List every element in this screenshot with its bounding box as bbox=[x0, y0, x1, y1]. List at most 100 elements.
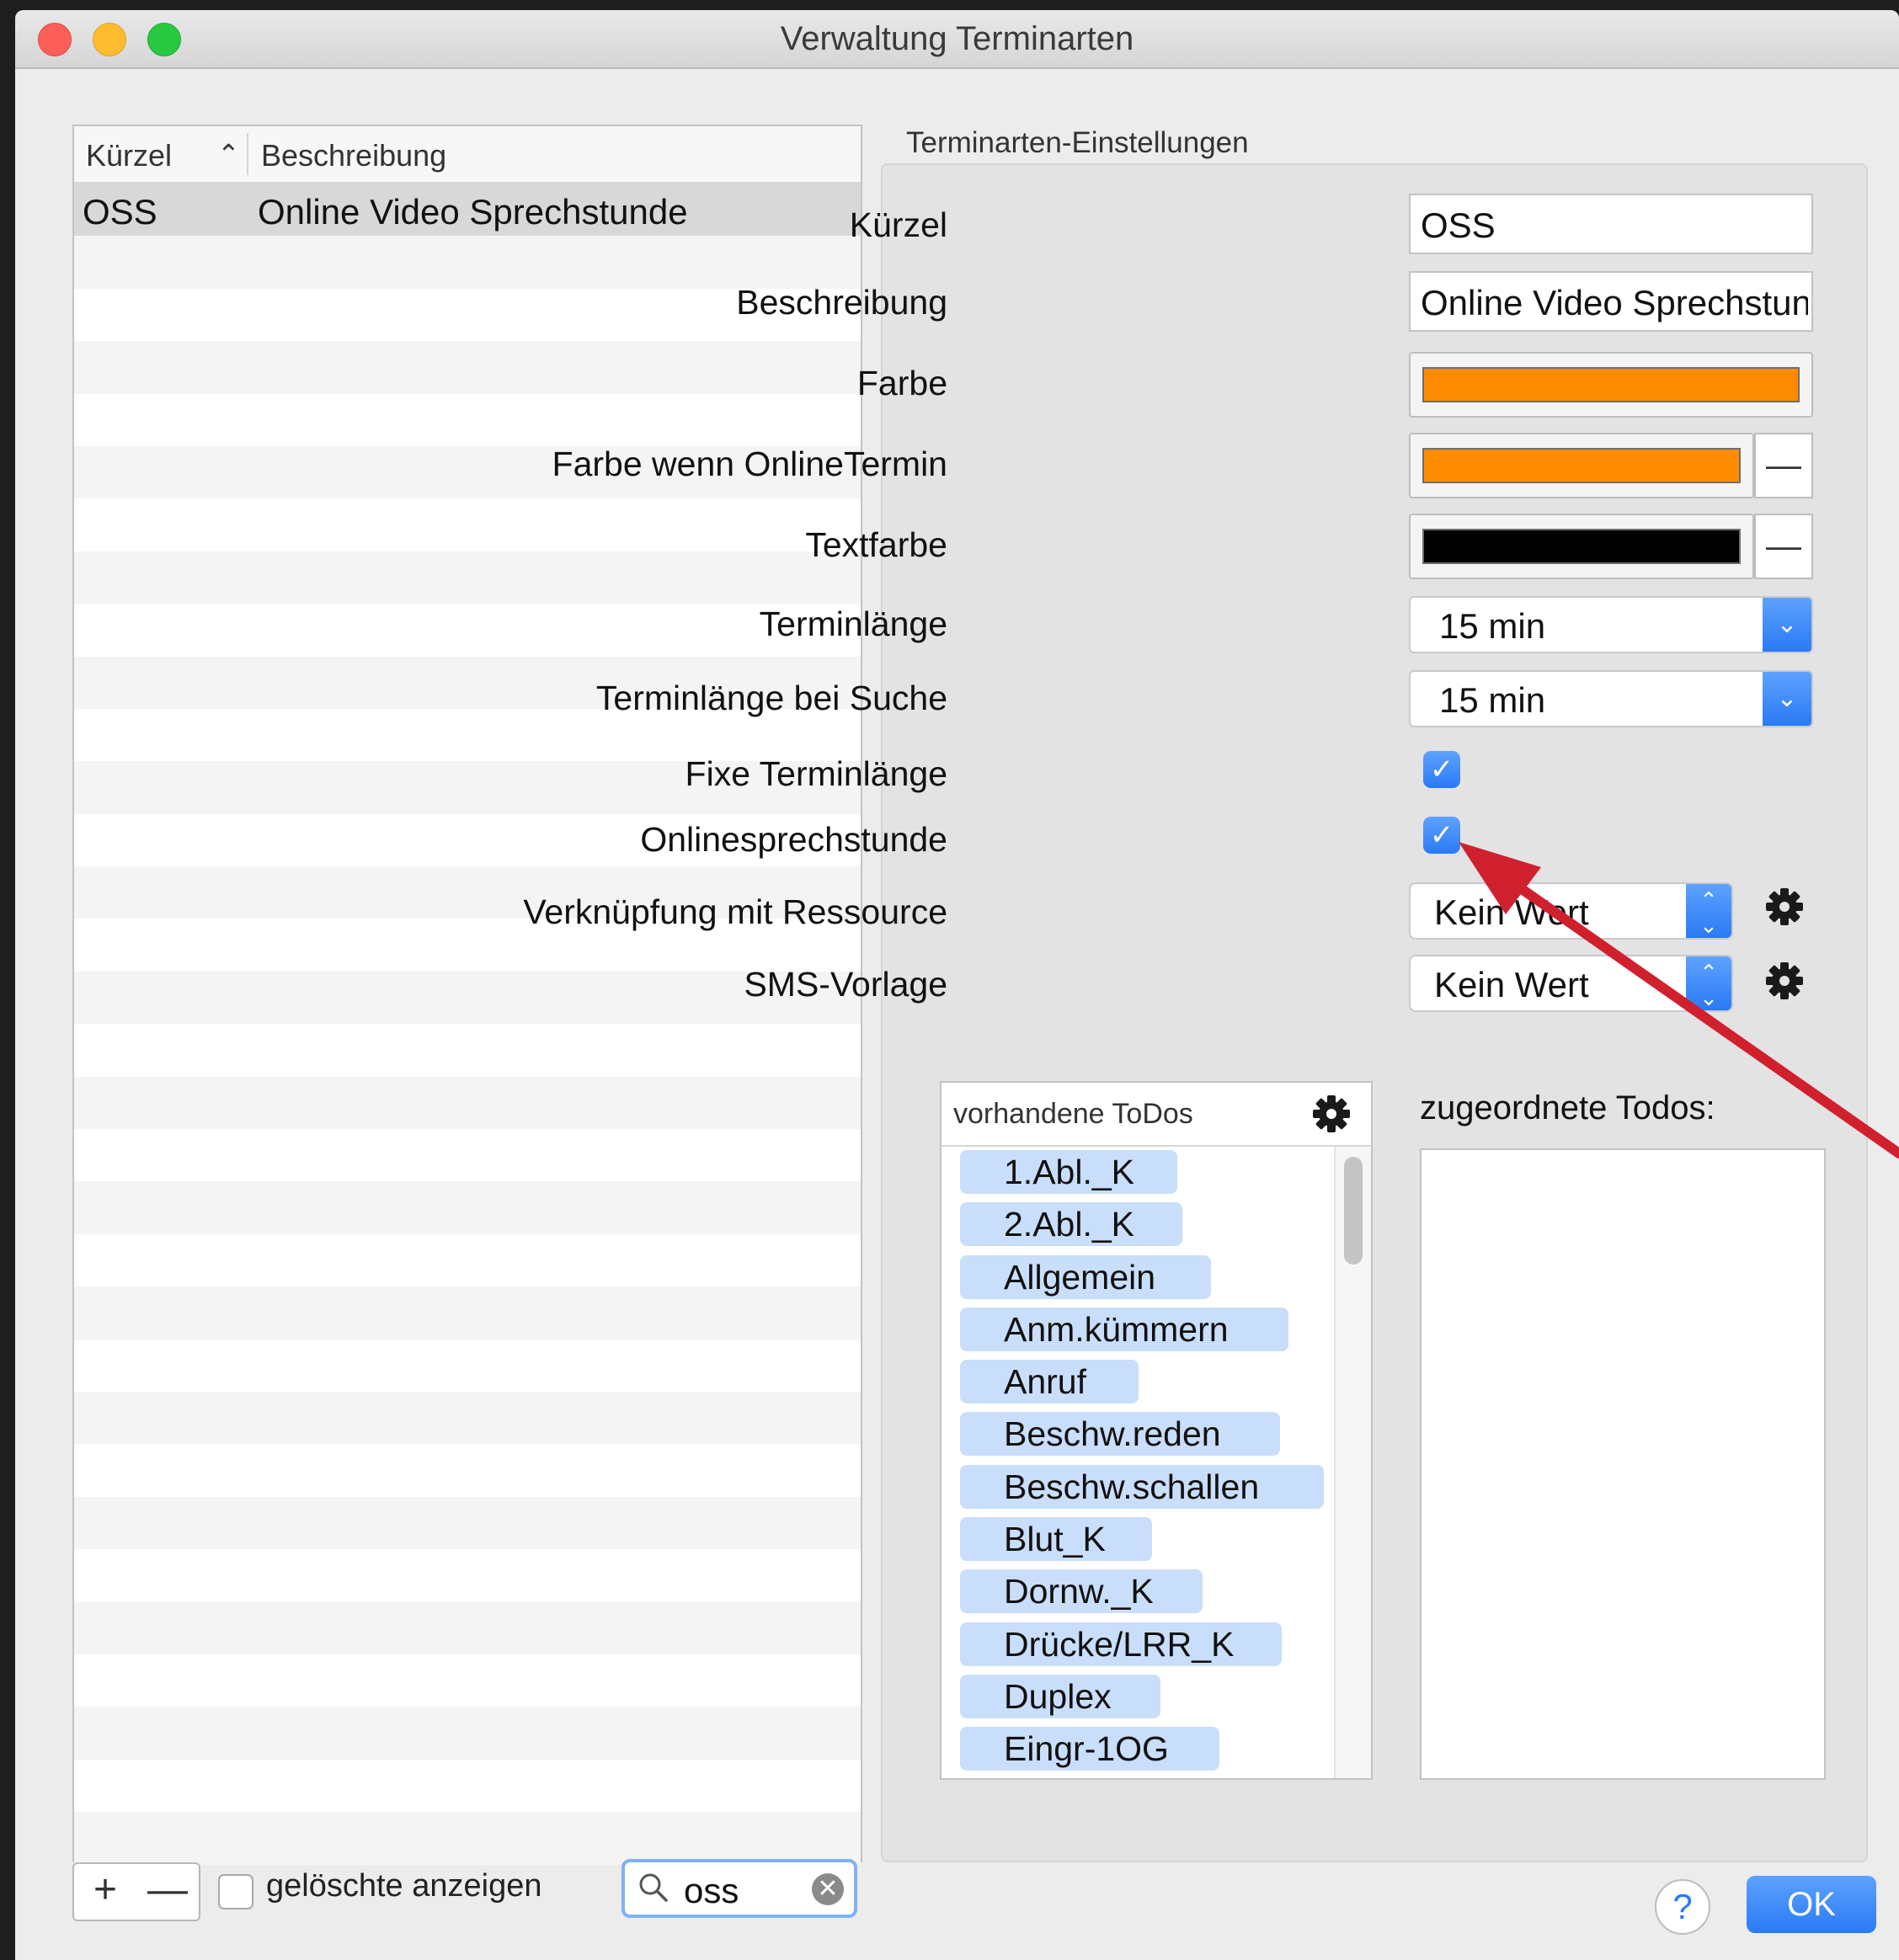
terminlaenge-suche-label: Terminlänge bei Suche bbox=[595, 679, 947, 717]
farbe-label: Farbe bbox=[856, 364, 947, 402]
stepper-updown-icon: ⌃ ⌄ bbox=[1686, 956, 1731, 1010]
table-row-empty bbox=[74, 1129, 861, 1181]
stepper-updown-icon: ⌃ ⌄ bbox=[1686, 884, 1731, 938]
table-row-empty bbox=[74, 1812, 861, 1865]
table-row-empty bbox=[74, 341, 861, 394]
window: Verwaltung Terminarten Kürzel ⌃ Beschrei… bbox=[15, 10, 1899, 1960]
table-row-empty bbox=[74, 1496, 861, 1550]
kurzel-value: OSS bbox=[1421, 205, 1496, 245]
terminlaenge-suche-popup[interactable]: 15 min ⌄ bbox=[1409, 670, 1813, 727]
farbe-online-colorwell[interactable] bbox=[1409, 433, 1754, 498]
todo-items: 1.Abl._K 2.Abl._K Allgemein Anm.kümmern Anru… bbox=[960, 1150, 1324, 1778]
farbe-online-label: Farbe wenn OnlineTermin bbox=[552, 445, 947, 483]
available-todos-header: vorhandene ToDos bbox=[941, 1083, 1371, 1147]
farbe-colorwell[interactable] bbox=[1409, 352, 1813, 418]
onlinesprechstunde-label: Onlinesprechstunde bbox=[640, 820, 947, 859]
table-row-empty bbox=[74, 498, 861, 551]
farbe-online-swatch bbox=[1422, 448, 1741, 483]
table-row[interactable]: OSS Online Video Sprechstunde bbox=[74, 184, 861, 237]
todo-item[interactable]: 2.Abl._K bbox=[960, 1202, 1182, 1247]
column-header-beschreibung[interactable]: Beschreibung bbox=[261, 138, 446, 173]
chevron-down-icon: ⌄ bbox=[1763, 672, 1811, 726]
terminlaenge-popup[interactable]: 15 min ⌄ bbox=[1409, 596, 1813, 653]
help-button[interactable]: ? bbox=[1655, 1879, 1710, 1935]
table-row-empty bbox=[74, 551, 861, 605]
todo-item[interactable]: Eingr-1OG bbox=[960, 1727, 1219, 1771]
todo-item[interactable]: Duplex bbox=[960, 1674, 1160, 1718]
table-row-empty bbox=[74, 604, 861, 656]
todo-item[interactable]: Allgemein bbox=[960, 1254, 1211, 1299]
table-row-empty bbox=[74, 1760, 861, 1812]
ok-button[interactable]: OK bbox=[1747, 1876, 1876, 1933]
remove-button[interactable]: — bbox=[136, 1862, 200, 1921]
table-row-empty bbox=[74, 1444, 861, 1496]
search-field[interactable]: oss ✕ bbox=[621, 1859, 857, 1918]
show-deleted-checkbox[interactable] bbox=[218, 1874, 253, 1909]
fixe-terminlaenge-label: Fixe Terminlänge bbox=[685, 754, 947, 793]
assigned-todos-list[interactable] bbox=[1420, 1148, 1826, 1780]
sort-ascending-icon[interactable]: ⌃ bbox=[217, 138, 240, 170]
sms-vorlage-gear-icon[interactable] bbox=[1763, 960, 1806, 1002]
table-row-empty bbox=[74, 394, 861, 446]
settings-group-title: Terminarten-Einstellungen bbox=[906, 126, 1249, 159]
search-icon bbox=[639, 1873, 668, 1902]
available-todos-list: vorhandene ToDos 1.Abl._K 2.Abl._K Allgeme… bbox=[940, 1081, 1373, 1780]
table-row-empty bbox=[74, 1024, 861, 1076]
table-row-empty bbox=[74, 1601, 861, 1654]
todo-item[interactable]: Anm.kümmern bbox=[960, 1307, 1288, 1351]
table-row-empty bbox=[74, 1340, 861, 1392]
ressource-label: Verknüpfung mit Ressource bbox=[523, 892, 947, 931]
terminlaenge-label: Terminlänge bbox=[759, 605, 947, 643]
sms-vorlage-label: SMS-Vorlage bbox=[744, 965, 947, 1004]
farbe-online-remove-button[interactable]: — bbox=[1754, 433, 1813, 498]
todos-gear-icon[interactable] bbox=[1310, 1093, 1352, 1135]
table-row-empty bbox=[74, 1286, 861, 1340]
add-button[interactable]: + bbox=[72, 1862, 138, 1921]
table-row-empty bbox=[74, 971, 861, 1025]
table-row-empty bbox=[74, 1076, 861, 1130]
scrollbar-thumb[interactable] bbox=[1344, 1157, 1363, 1265]
todo-item[interactable]: Dornw._K bbox=[960, 1569, 1203, 1614]
cell-kurzel: OSS bbox=[83, 192, 157, 232]
show-deleted-label: gelöschte anzeigen bbox=[266, 1868, 542, 1904]
todos-scrollbar[interactable] bbox=[1334, 1147, 1371, 1778]
todo-item[interactable]: Beschw.schallen bbox=[960, 1464, 1324, 1509]
textfarbe-swatch bbox=[1422, 529, 1741, 564]
beschreibung-value: Online Video Sprechstunde bbox=[1421, 283, 1808, 322]
clear-search-icon[interactable]: ✕ bbox=[812, 1873, 844, 1905]
todo-item[interactable]: Anruf bbox=[960, 1360, 1139, 1404]
table-row-empty bbox=[74, 1654, 861, 1707]
beschreibung-label: Beschreibung bbox=[736, 283, 947, 322]
textfarbe-colorwell[interactable] bbox=[1409, 514, 1754, 579]
terminlaenge-suche-value: 15 min bbox=[1439, 680, 1546, 720]
beschreibung-field[interactable]: Online Video Sprechstunde bbox=[1409, 271, 1813, 332]
search-input[interactable]: oss bbox=[684, 1871, 739, 1911]
sms-vorlage-select[interactable]: Kein Wert ⌃ ⌄ bbox=[1409, 955, 1733, 1012]
table-row-empty bbox=[74, 236, 861, 289]
ressource-value: Kein Wert bbox=[1434, 892, 1589, 932]
ressource-select[interactable]: Kein Wert ⌃ ⌄ bbox=[1409, 882, 1733, 940]
textfarbe-remove-button[interactable]: — bbox=[1754, 514, 1813, 579]
table-header: Kürzel ⌃ Beschreibung bbox=[74, 126, 861, 184]
ressource-gear-icon[interactable] bbox=[1763, 886, 1806, 928]
todo-item[interactable]: 1.Abl._K bbox=[960, 1150, 1177, 1194]
available-todos-title: vorhandene ToDos bbox=[953, 1098, 1193, 1130]
column-divider[interactable] bbox=[247, 133, 248, 175]
todo-item[interactable]: Blut_K bbox=[960, 1517, 1152, 1562]
table-row-empty bbox=[74, 1391, 861, 1445]
table-row-empty bbox=[74, 1234, 861, 1286]
table-rows: OSS Online Video Sprechstunde bbox=[74, 184, 861, 1865]
todo-item[interactable]: Beschw.reden bbox=[960, 1412, 1280, 1457]
onlinesprechstunde-checkbox[interactable]: ✓ bbox=[1423, 817, 1460, 854]
column-header-kurzel[interactable]: Kürzel bbox=[86, 138, 172, 173]
todo-item[interactable]: Drücke/LRR_K bbox=[960, 1622, 1282, 1666]
table-row-empty bbox=[74, 1549, 861, 1601]
assigned-todos-title: zugeordnete Todos: bbox=[1420, 1089, 1715, 1126]
kurzel-field[interactable]: OSS bbox=[1409, 194, 1813, 254]
table-row-empty bbox=[74, 1707, 861, 1760]
chevron-down-icon: ⌄ bbox=[1763, 598, 1811, 652]
kurzel-label: Kürzel bbox=[849, 205, 947, 244]
cell-beschreibung: Online Video Sprechstunde bbox=[258, 192, 688, 232]
textfarbe-label: Textfarbe bbox=[805, 525, 947, 564]
fixe-terminlaenge-checkbox[interactable]: ✓ bbox=[1423, 751, 1460, 788]
